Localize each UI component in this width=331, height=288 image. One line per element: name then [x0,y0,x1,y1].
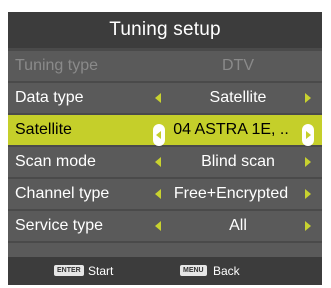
tuning-setup-panel: Tuning setup Tuning type DTV Data type S… [8,12,322,285]
right-arrow-icon[interactable] [302,124,314,146]
row-value: 04 ASTRA 1E, .. [173,121,289,138]
menu-key-icon: MENU [180,265,207,276]
row-label: Data type [15,89,84,106]
row-value: All [229,217,247,234]
left-arrow-icon[interactable] [155,157,161,167]
page-title: Tuning setup [109,19,221,40]
left-arrow-icon[interactable] [155,189,161,199]
row-label: Tuning type [15,57,99,74]
right-arrow-icon[interactable] [305,157,311,167]
title-bar: Tuning setup [8,12,322,48]
row-service-type[interactable]: Service type All [8,211,322,241]
left-arrow-icon[interactable] [155,221,161,231]
row-label: Service type [15,217,104,234]
row-tuning-type: Tuning type DTV [8,51,322,81]
settings-list: Tuning type DTV Data type Satellite Sate… [8,51,322,275]
right-arrow-icon[interactable] [305,93,311,103]
start-hint[interactable]: Start [88,264,113,278]
row-label: Channel type [15,185,110,202]
left-arrow-icon[interactable] [155,93,161,103]
footer-bar: ENTER Start MENU Back [8,257,322,285]
enter-key-icon: ENTER [54,265,84,276]
row-value: Blind scan [201,153,275,170]
row-label: Satellite [15,121,72,138]
row-satellite[interactable]: Satellite 04 ASTRA 1E, .. [8,115,322,146]
row-label: Scan mode [15,153,96,170]
row-scan-mode[interactable]: Scan mode Blind scan [8,147,322,177]
screen-frame: Tuning setup Tuning type DTV Data type S… [0,0,331,288]
back-hint[interactable]: Back [213,264,240,278]
row-value: Free+Encrypted [173,185,289,202]
row-value: DTV [222,57,254,74]
row-value: Satellite [209,89,267,106]
row-channel-type[interactable]: Channel type Free+Encrypted [8,179,322,209]
right-arrow-icon[interactable] [305,189,311,199]
row-data-type[interactable]: Data type Satellite [8,83,322,113]
right-arrow-icon[interactable] [305,221,311,231]
